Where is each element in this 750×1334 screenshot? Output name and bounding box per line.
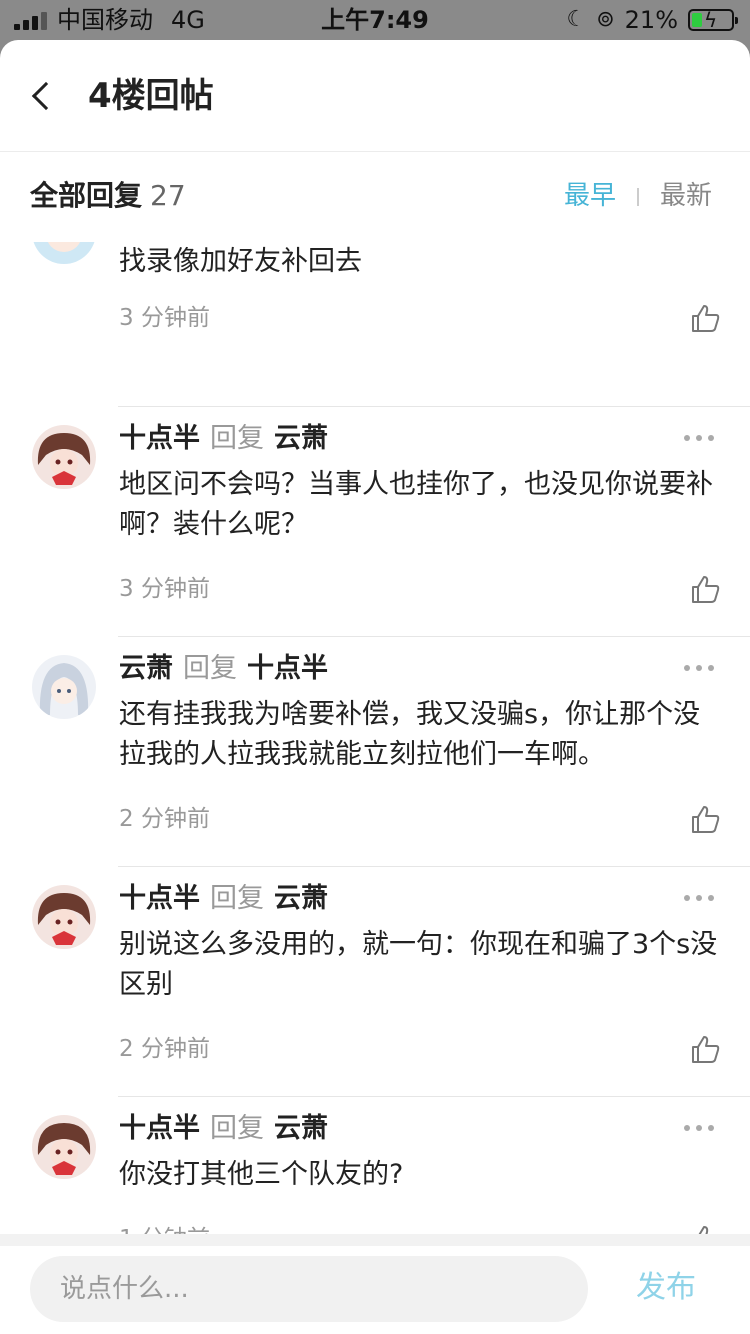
composer-bar: 发布 xyxy=(0,1234,750,1334)
avatar[interactable] xyxy=(32,1115,96,1179)
replies-title: 全部回复 27 xyxy=(30,176,186,216)
nav-bar: 4楼回帖 xyxy=(0,40,750,152)
comment-input[interactable] xyxy=(30,1256,588,1322)
reply-word: 回复 xyxy=(183,653,237,684)
avatar[interactable] xyxy=(32,425,96,489)
publish-button[interactable]: 发布 xyxy=(636,1266,696,1310)
battery-percent: 21% xyxy=(624,6,678,34)
replies-label: 全部回复 xyxy=(30,179,143,212)
comment-item: 找录像加好友补回去 3 分钟前 xyxy=(0,242,750,412)
more-icon[interactable] xyxy=(684,1125,714,1133)
comment-text: 别说这么多没用的，就一句：你现在和骗了3个s没区别 xyxy=(119,929,718,1000)
comment-header: 十点半 回复 云萧 xyxy=(119,421,328,457)
comment-text: 找录像加好友补回去 xyxy=(119,246,362,277)
comment-item: 云萧 回复 十点半 还有挂我我为啥要补偿，我又没骗s，你让那个没拉我的人拉我我就能立… xyxy=(0,637,750,867)
comment-text: 还有挂我我为啥要补偿，我又没骗s，你让那个没拉我的人拉我我就能立刻拉他们一车啊。 xyxy=(119,699,701,770)
more-icon[interactable] xyxy=(684,665,714,673)
avatar[interactable] xyxy=(32,885,96,949)
author-name[interactable]: 十点半 xyxy=(119,883,200,914)
replies-count: 27 xyxy=(150,179,186,212)
sort-latest-tab[interactable]: 最新 xyxy=(660,176,712,216)
reply-target[interactable]: 云萧 xyxy=(274,883,328,914)
comment-text: 你没打其他三个队友的? xyxy=(119,1159,404,1190)
comment-text: 地区问不会吗？当事人也挂你了，也没见你说要补啊？装什么呢？ xyxy=(119,469,713,540)
back-icon[interactable] xyxy=(31,81,61,111)
comment-header: 十点半 回复 云萧 xyxy=(119,1111,328,1147)
comment-time: 3 分钟前 xyxy=(119,305,210,331)
comment-time: 2 分钟前 xyxy=(119,806,210,832)
comment-header: 十点半 回复 云萧 xyxy=(119,881,328,917)
reply-target[interactable]: 云萧 xyxy=(274,423,328,454)
thumbs-up-icon[interactable] xyxy=(689,803,721,835)
reply-target[interactable]: 云萧 xyxy=(274,1113,328,1144)
comment-item: 十点半 回复 云萧 别说这么多没用的，就一句：你现在和骗了3个s没区别 2 分钟前 xyxy=(0,867,750,1097)
comment-time: 3 分钟前 xyxy=(119,576,210,602)
reply-word: 回复 xyxy=(210,883,264,914)
battery-icon: ϟ xyxy=(688,8,738,32)
author-name[interactable]: 十点半 xyxy=(119,1113,200,1144)
author-name[interactable]: 云萧 xyxy=(119,653,173,684)
page-title: 4楼回帖 xyxy=(88,76,214,116)
more-icon[interactable] xyxy=(684,895,714,903)
reply-word: 回复 xyxy=(210,1113,264,1144)
rotation-lock-icon: ⊚ xyxy=(596,7,615,32)
thumbs-up-icon[interactable] xyxy=(689,1033,721,1065)
sort-earliest-tab[interactable]: 最早 xyxy=(564,176,616,216)
author-name[interactable]: 十点半 xyxy=(119,423,200,454)
reply-target[interactable]: 十点半 xyxy=(247,653,328,684)
composer-separator xyxy=(0,1234,750,1246)
comment-time: 2 分钟前 xyxy=(119,1036,210,1062)
avatar[interactable] xyxy=(32,655,96,719)
thumbs-up-icon[interactable] xyxy=(689,573,721,605)
comment-header: 云萧 回复 十点半 xyxy=(119,651,328,687)
reply-word: 回复 xyxy=(210,423,264,454)
replies-header: 全部回复 27 最早 最新 xyxy=(0,152,750,242)
more-icon[interactable] xyxy=(684,435,714,443)
sort-divider xyxy=(637,188,639,206)
comment-item: 十点半 回复 云萧 地区问不会吗？当事人也挂你了，也没见你说要补啊？装什么呢？ 3 … xyxy=(0,407,750,637)
thumbs-up-icon[interactable] xyxy=(689,302,721,334)
status-bar: 中国移动 4G 上午7:49 ☾ ⊚ 21% ϟ xyxy=(0,0,750,40)
comment-list: 找录像加好友补回去 3 分钟前 十点半 回复 云萧 地区问不会吗？当事人也挂你了… xyxy=(0,242,750,1282)
avatar[interactable] xyxy=(32,242,96,264)
reply-sheet: 4楼回帖 全部回复 27 最早 最新 找录像加好友补回去 3 分钟前 十点半 回… xyxy=(0,40,750,1334)
moon-icon: ☾ xyxy=(566,7,587,32)
